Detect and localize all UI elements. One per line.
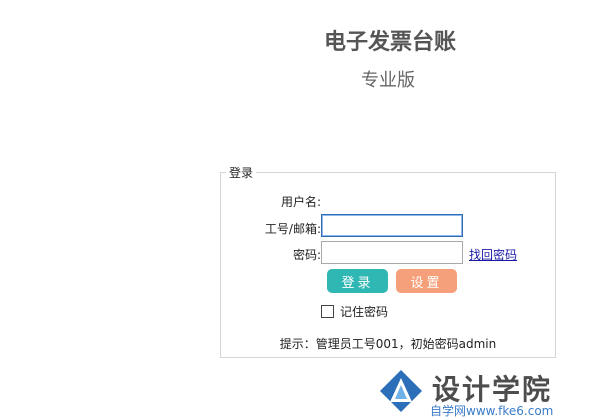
login-hint: 提示：管理员工号001，初始密码admin [279,337,497,351]
watermark-logo-icon [380,370,422,412]
watermark: 设计学院 自学网www.fke6.com [378,368,600,420]
password-label: 密码: [292,248,321,262]
remember-password[interactable]: 记住密码 [321,303,388,320]
settings-button[interactable]: 设置 [396,269,457,293]
app-title: 电子发票台账 [323,30,456,55]
password-input[interactable] [321,241,463,264]
login-panel: 登录 用户名: 工号/邮箱: 密码: 找回密码 登录 设置 记住密码 提示：管理… [220,164,556,358]
app-subtitle: 专业版 [361,70,415,91]
watermark-subtext: 自学网www.fke6.com [430,404,554,418]
remember-checkbox[interactable] [321,305,334,318]
employee-label: 工号/邮箱: [264,222,321,236]
remember-label: 记住密码 [340,305,389,319]
login-legend: 登录 [226,164,257,181]
login-button[interactable]: 登录 [327,269,388,293]
employee-input[interactable] [321,214,463,237]
username-label: 用户名: [280,195,321,209]
forgot-password-link[interactable]: 找回密码 [469,246,517,263]
